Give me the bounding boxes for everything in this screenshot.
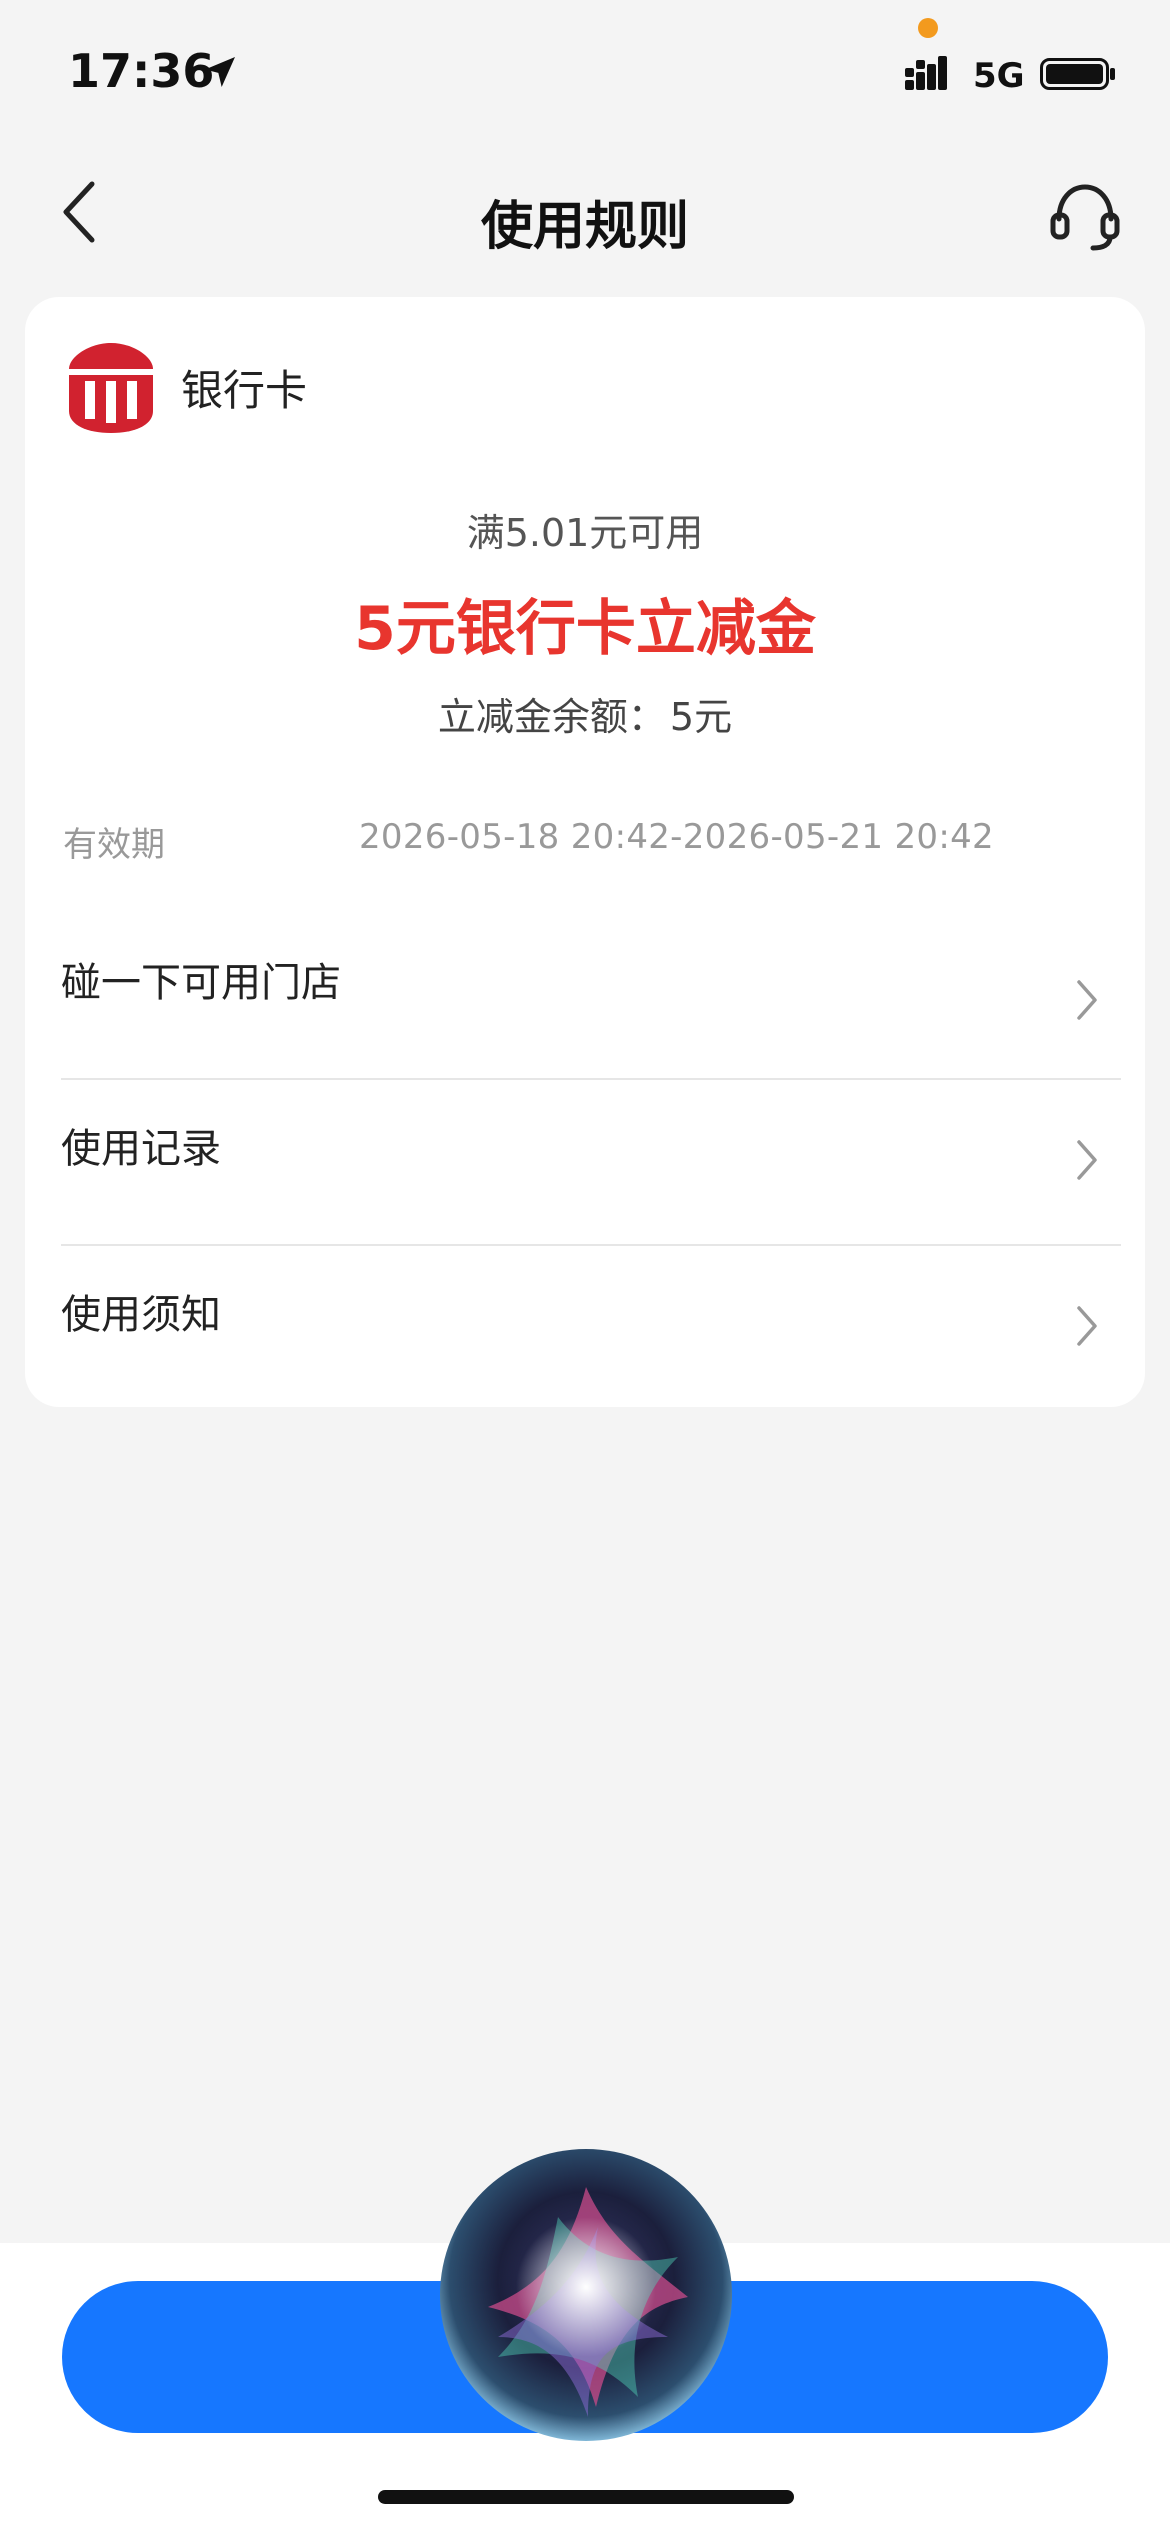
page-title: 使用规则 <box>480 197 689 257</box>
location-arrow-icon <box>205 57 235 87</box>
chevron-right-icon <box>1077 980 1097 1020</box>
balance-label: 立减金余额： <box>437 695 666 739</box>
chevron-right-icon <box>1077 1140 1097 1180</box>
menu-list: 碰一下可用门店 使用记录 使用须知 <box>61 922 1121 1410</box>
menu-item-usage-records[interactable]: 使用记录 <box>61 1080 1121 1246</box>
bank-logo-icon <box>69 343 153 433</box>
home-indicator <box>378 2490 794 2504</box>
privacy-indicator-dot <box>918 18 938 38</box>
menu-item-usage-notes[interactable]: 使用须知 <box>61 1246 1121 1410</box>
validity-row: 有效期 2026-05-18 20:42-2026-05-21 20:42 <box>63 817 1113 867</box>
signal-bars-icon <box>905 56 947 90</box>
card-type-label: 银行卡 <box>181 365 308 415</box>
nav-bar: 使用规则 <box>0 150 1170 280</box>
siri-orb-icon[interactable] <box>438 2147 734 2443</box>
status-time: 17:36 <box>68 44 215 98</box>
menu-item-stores[interactable]: 碰一下可用门店 <box>61 922 1121 1080</box>
validity-label: 有效期 <box>63 825 165 865</box>
card-header: 银行卡 <box>65 337 307 437</box>
headset-icon <box>1050 184 1120 251</box>
balance-value: 5元 <box>669 695 733 739</box>
customer-service-button[interactable] <box>1040 170 1130 260</box>
coupon-condition: 满5.01元可用 <box>466 511 704 555</box>
chevron-right-icon <box>1077 1306 1097 1346</box>
battery-icon <box>1040 58 1115 90</box>
menu-item-label: 使用记录 <box>61 1126 221 1172</box>
status-bar: 17:36 5G <box>0 0 1170 150</box>
network-type: 5G <box>973 56 1025 96</box>
menu-item-label: 碰一下可用门店 <box>61 960 341 1006</box>
validity-value: 2026-05-18 20:42-2026-05-21 20:42 <box>359 817 994 857</box>
coupon-card: 银行卡 满5.01元可用 5元银行卡立减金 立减金余额： 5元 有效期 2026-… <box>25 297 1145 1407</box>
menu-item-label: 使用须知 <box>61 1292 221 1338</box>
coupon-title: 5元银行卡立减金 <box>354 594 816 664</box>
coupon-balance: 立减金余额： 5元 <box>25 686 1145 741</box>
